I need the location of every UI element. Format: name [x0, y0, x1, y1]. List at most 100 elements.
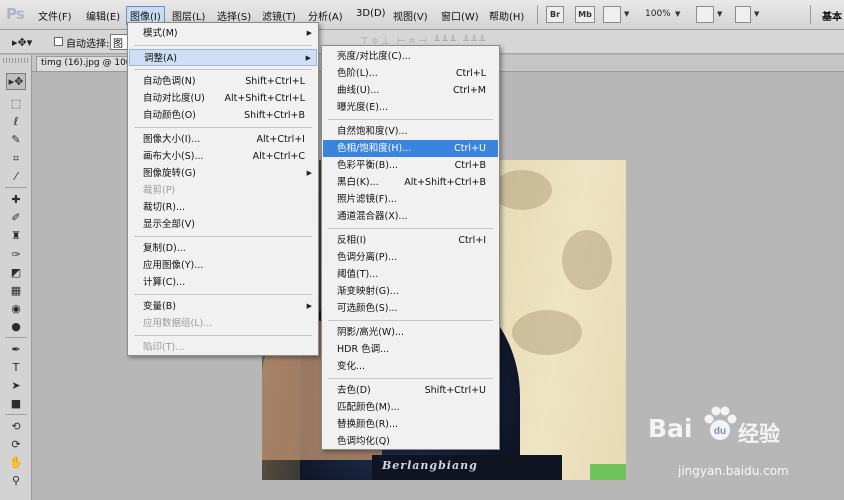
adjust-menu-item-label: 匹配颜色(M)...: [337, 402, 400, 413]
image-menu-item[interactable]: 变量(B) ▶: [129, 298, 317, 315]
zoom-level[interactable]: 100%: [645, 9, 671, 19]
adjust-menu-item[interactable]: 曲线(U)... Ctrl+M: [323, 82, 498, 99]
adjust-menu-item[interactable]: 照片滤镜(F)...: [323, 191, 498, 208]
menu-file[interactable]: 文件(F): [38, 8, 72, 23]
pen-tool-icon[interactable]: ✒: [9, 342, 23, 356]
adjust-menu-item[interactable]: 渐变映射(G)...: [323, 283, 498, 300]
rectangle-tool-icon[interactable]: ■: [9, 396, 23, 410]
workspace-switcher[interactable]: 基本: [822, 8, 842, 23]
adjust-menu-item[interactable]: 黑白(K)... Alt+Shift+Ctrl+B: [323, 174, 498, 191]
image-menu-item[interactable]: 计算(C)...: [129, 274, 317, 291]
adjust-menu-item[interactable]: 通道混合器(X)...: [323, 208, 498, 225]
zoom-tool-icon[interactable]: ⚲: [9, 473, 23, 487]
image-menu-item[interactable]: 显示全部(V): [129, 216, 317, 233]
image-menu-item[interactable]: 自动对比度(U) Alt+Shift+Ctrl+L: [129, 90, 317, 107]
auto-select-checkbox[interactable]: [54, 37, 63, 46]
photoshop-logo: Ps: [6, 5, 25, 23]
adjust-menu-item[interactable]: 亮度/对比度(C)...: [323, 48, 498, 65]
adjust-menu-item[interactable]: 匹配颜色(M)...: [323, 399, 498, 416]
adjust-menu-item[interactable]: 色调均化(Q): [323, 433, 498, 450]
marquee-tool-icon[interactable]: ⬚: [9, 96, 23, 110]
3d-orbit-icon[interactable]: ⟳: [9, 437, 23, 451]
crop-tool-icon[interactable]: ⌗: [9, 151, 23, 165]
panel-grip[interactable]: [3, 58, 29, 63]
lasso-tool-icon[interactable]: ℓ: [9, 114, 23, 128]
path-selection-icon[interactable]: ➤: [9, 378, 23, 392]
image-menu-item[interactable]: 画布大小(S)... Alt+Ctrl+C: [129, 148, 317, 165]
image-menu-item[interactable]: 应用图像(Y)...: [129, 257, 317, 274]
history-brush-icon[interactable]: ✑: [9, 247, 23, 261]
document-tab[interactable]: timg (16).jpg @ 100: [36, 56, 128, 71]
adjust-menu-item[interactable]: 色调分离(P)...: [323, 249, 498, 266]
adjust-menu-item-label: 曲线(U)...: [337, 85, 380, 96]
image-menu-item-shortcut: Shift+Ctrl+B: [244, 110, 305, 121]
menu-window[interactable]: 窗口(W): [441, 8, 479, 23]
menu-edit[interactable]: 编辑(E): [86, 8, 120, 23]
adjust-menu-item[interactable]: 变化...: [323, 358, 498, 375]
adjustments-submenu: 亮度/对比度(C)... 色阶(L)... Ctrl+L 曲线(U)... Ctrl+M…: [321, 45, 500, 450]
adjust-menu-item[interactable]: 自然饱和度(V)...: [323, 123, 498, 140]
menu-separator: [134, 127, 312, 128]
menu-layer[interactable]: 图层(L): [172, 8, 205, 23]
eraser-tool-icon[interactable]: ◩: [9, 265, 23, 279]
adjust-menu-item[interactable]: 色阶(L)... Ctrl+L: [323, 65, 498, 82]
menu-select[interactable]: 选择(S): [217, 8, 251, 23]
3d-rotate-icon[interactable]: ⟲: [9, 419, 23, 433]
adjust-menu-item-label: 色彩平衡(B)...: [337, 160, 398, 171]
eyedropper-icon[interactable]: ⁄: [9, 169, 23, 183]
menu-help[interactable]: 帮助(H): [489, 8, 524, 23]
image-menu-item-shortcut: Alt+Ctrl+I: [256, 134, 306, 145]
adjust-menu-item[interactable]: HDR 色调...: [323, 341, 498, 358]
adjust-menu-item[interactable]: 色相/饱和度(H)... Ctrl+U: [323, 140, 498, 157]
image-menu-item[interactable]: 图像旋转(G) ▶: [129, 165, 317, 182]
image-menu-item-label: 图像大小(I)...: [143, 134, 201, 145]
move-tool-preset-icon[interactable]: ▸✥▾: [12, 36, 32, 49]
image-menu-item[interactable]: 图像大小(I)... Alt+Ctrl+I: [129, 131, 317, 148]
arrange-documents-button[interactable]: [696, 6, 714, 23]
type-tool-icon[interactable]: T: [9, 360, 23, 374]
adjust-menu-item-label: 阴影/高光(W)...: [337, 327, 405, 338]
menu-view[interactable]: 视图(V): [393, 8, 428, 23]
view-extras-button[interactable]: [603, 6, 621, 23]
submenu-arrow-icon: ▶: [306, 29, 312, 37]
image-menu-item[interactable]: 复制(D)...: [129, 240, 317, 257]
adjust-menu-item[interactable]: 反相(I) Ctrl+I: [323, 232, 498, 249]
adjust-menu-item[interactable]: 可选颜色(S)...: [323, 300, 498, 317]
mini-bridge-button[interactable]: Mb: [575, 6, 595, 23]
chevron-down-icon[interactable]: ▼: [717, 10, 722, 18]
chevron-down-icon[interactable]: ▼: [624, 10, 629, 18]
adjust-menu-item[interactable]: 阈值(T)...: [323, 266, 498, 283]
image-menu-item[interactable]: 模式(M) ▶: [129, 25, 317, 42]
adjust-menu-item[interactable]: 阴影/高光(W)...: [323, 324, 498, 341]
image-menu-item[interactable]: 调整(A) ▶: [129, 49, 317, 66]
menu-separator: [134, 45, 312, 46]
dodge-tool-icon[interactable]: ●: [9, 319, 23, 333]
quick-selection-icon[interactable]: ✎: [9, 132, 23, 146]
image-menu-item[interactable]: 裁切(R)...: [129, 199, 317, 216]
clone-stamp-icon[interactable]: ♜: [9, 228, 23, 242]
chevron-down-icon[interactable]: ▼: [754, 10, 759, 18]
image-menu-item-shortcut: Alt+Shift+Ctrl+L: [224, 93, 305, 104]
move-tool-icon[interactable]: ▸✥: [6, 73, 26, 90]
spot-healing-icon[interactable]: ✚: [9, 192, 23, 206]
image-menu-item[interactable]: 自动色调(N) Shift+Ctrl+L: [129, 73, 317, 90]
image-menu-item[interactable]: 自动颜色(O) Shift+Ctrl+B: [129, 107, 317, 124]
screen-mode-button[interactable]: [735, 6, 751, 23]
menu-3d[interactable]: 3D(D): [356, 8, 386, 19]
hand-tool-icon[interactable]: ✋: [9, 455, 23, 469]
gradient-tool-icon[interactable]: ▦: [9, 283, 23, 297]
adjust-menu-item[interactable]: 曝光度(E)...: [323, 99, 498, 116]
image-menu-item-label: 裁切(R)...: [143, 202, 186, 213]
brush-tool-icon[interactable]: ✐: [9, 210, 23, 224]
bridge-button[interactable]: Br: [546, 6, 564, 23]
blur-tool-icon[interactable]: ◉: [9, 301, 23, 315]
menu-separator: [328, 119, 493, 120]
menu-filter[interactable]: 滤镜(T): [262, 8, 296, 23]
adjust-menu-item[interactable]: 色彩平衡(B)... Ctrl+B: [323, 157, 498, 174]
chevron-down-icon[interactable]: ▼: [675, 10, 680, 18]
image-menu-item: 陷印(T)...: [129, 339, 317, 356]
adjust-menu-item[interactable]: 去色(D) Shift+Ctrl+U: [323, 382, 498, 399]
menu-analysis[interactable]: 分析(A): [308, 8, 343, 23]
adjust-menu-item[interactable]: 替换颜色(R)...: [323, 416, 498, 433]
adjust-menu-item-shortcut: Alt+Shift+Ctrl+B: [404, 177, 486, 188]
